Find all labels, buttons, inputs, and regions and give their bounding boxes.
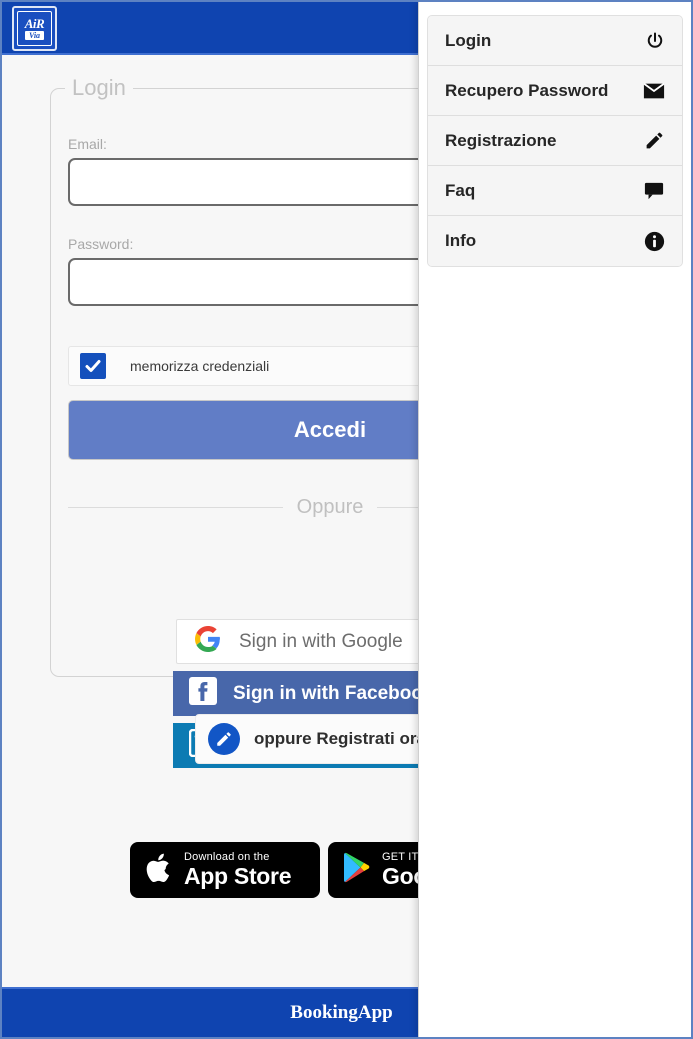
menu-item-info-label: Info xyxy=(445,231,477,250)
app-store-small-label: Download on the xyxy=(184,851,270,863)
menu-item-login-label: Login xyxy=(445,30,492,50)
logo-via-text: Via xyxy=(24,31,45,40)
login-legend: Login xyxy=(72,75,126,100)
app-logo[interactable]: AiR Via xyxy=(12,6,57,51)
power-icon xyxy=(645,31,665,51)
menu-item-registrazione[interactable]: Registrazione xyxy=(428,116,682,166)
app-store-text: Download on the App Store xyxy=(184,851,292,889)
facebook-icon xyxy=(189,676,217,711)
email-label: Email: xyxy=(68,136,107,152)
pencil-icon xyxy=(644,130,665,151)
footer-title: BookingApp xyxy=(290,1002,393,1023)
sign-in-facebook-label: Sign in with Facebook xyxy=(233,682,434,704)
menu-item-info[interactable]: Info xyxy=(428,216,682,266)
app-store-big-label: App Store xyxy=(184,863,292,889)
menu-item-faq[interactable]: Faq xyxy=(428,166,682,216)
google-icon xyxy=(195,625,221,658)
app-store-badge[interactable]: Download on the App Store xyxy=(130,842,320,898)
side-menu-panel: Login Recupero Password Registrazione Fa… xyxy=(418,2,691,1037)
app-viewport: AiR Via Login Email: Password: memorizza… xyxy=(0,0,693,1039)
remember-credentials-checkbox[interactable] xyxy=(80,353,106,379)
sign-in-google-label: Sign in with Google xyxy=(239,630,403,652)
menu-item-faq-label: Faq xyxy=(445,180,476,200)
chat-bubble-icon xyxy=(643,181,665,201)
logo-air-text: AiR xyxy=(24,16,45,31)
divider-line-left xyxy=(68,506,283,508)
pencil-circle-icon xyxy=(208,723,240,755)
register-now-label: oppure Registrati ora xyxy=(254,729,426,748)
password-label: Password: xyxy=(68,236,134,252)
menu-item-recupero-password[interactable]: Recupero Password xyxy=(428,66,682,116)
google-play-icon xyxy=(342,851,372,889)
remember-credentials-label: memorizza credenziali xyxy=(130,358,270,374)
menu-item-registrazione-label: Registrazione xyxy=(445,130,557,150)
side-menu-list: Login Recupero Password Registrazione Fa… xyxy=(427,15,683,267)
info-circle-icon xyxy=(644,231,665,252)
or-divider-label: Oppure xyxy=(296,495,364,518)
menu-item-login[interactable]: Login xyxy=(428,16,682,66)
logo-inner-frame: AiR Via xyxy=(17,11,52,46)
apple-icon xyxy=(144,851,174,890)
menu-item-recupero-password-label: Recupero Password xyxy=(445,80,609,100)
envelope-icon xyxy=(643,81,665,101)
